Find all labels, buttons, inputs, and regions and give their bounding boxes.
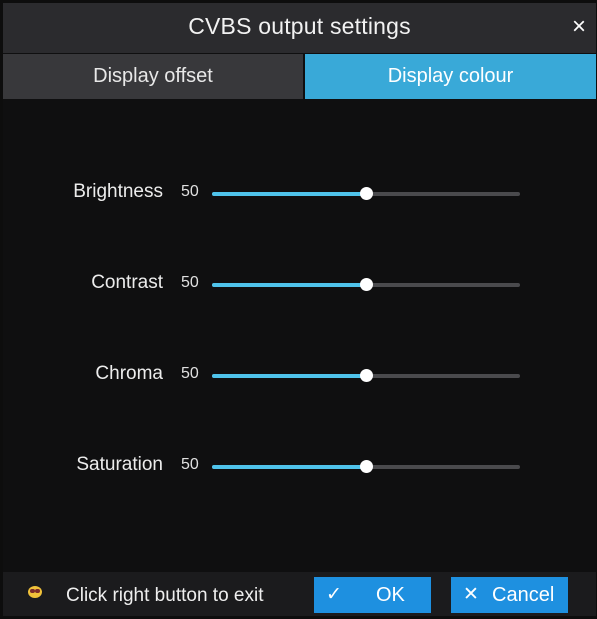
contrast-value: 50: [181, 274, 199, 291]
tab-display-colour[interactable]: Display colour: [305, 54, 596, 99]
ok-label: OK: [376, 584, 405, 606]
close-icon[interactable]: ×: [566, 13, 592, 41]
chroma-value: 50: [181, 365, 199, 382]
chroma-slider[interactable]: [212, 369, 520, 382]
slider-thumb[interactable]: [360, 187, 373, 200]
chroma-row: Chroma 50: [3, 361, 596, 391]
brightness-slider[interactable]: [212, 187, 520, 200]
mouse-smiley-icon: [28, 586, 42, 598]
chroma-label: Chroma: [95, 363, 163, 384]
brightness-label: Brightness: [73, 181, 163, 202]
slider-thumb[interactable]: [360, 278, 373, 291]
contrast-slider[interactable]: [212, 278, 520, 291]
slider-fill: [212, 192, 366, 196]
brightness-value: 50: [181, 183, 199, 200]
slider-thumb[interactable]: [360, 369, 373, 382]
contrast-label: Contrast: [91, 272, 163, 293]
cancel-label: Cancel: [492, 584, 555, 606]
slider-fill: [212, 374, 366, 378]
slider-fill: [212, 283, 366, 287]
saturation-value: 50: [181, 456, 199, 473]
checkmark-icon: ✓: [326, 584, 342, 605]
footer-bar: Click right button to exit ✓ OK ✕ Cancel: [3, 572, 596, 616]
ok-button[interactable]: ✓ OK: [314, 577, 431, 613]
saturation-row: Saturation 50: [3, 452, 596, 482]
colour-settings-panel: Brightness 50 Contrast 50 Chroma 50 Satu…: [3, 99, 596, 572]
tab-bar: Display offset Display colour: [3, 54, 596, 99]
cancel-button[interactable]: ✕ Cancel: [451, 577, 568, 613]
saturation-slider[interactable]: [212, 460, 520, 473]
cvbs-settings-dialog: CVBS output settings × Display offset Di…: [3, 3, 596, 616]
tab-display-offset[interactable]: Display offset: [3, 54, 303, 99]
x-icon: ✕: [463, 584, 479, 605]
slider-thumb[interactable]: [360, 460, 373, 473]
title-bar: CVBS output settings ×: [3, 3, 596, 53]
dialog-title: CVBS output settings: [188, 13, 411, 39]
brightness-row: Brightness 50: [3, 179, 596, 209]
slider-fill: [212, 465, 366, 469]
contrast-row: Contrast 50: [3, 270, 596, 300]
exit-hint: Click right button to exit: [66, 585, 264, 606]
saturation-label: Saturation: [76, 454, 163, 475]
